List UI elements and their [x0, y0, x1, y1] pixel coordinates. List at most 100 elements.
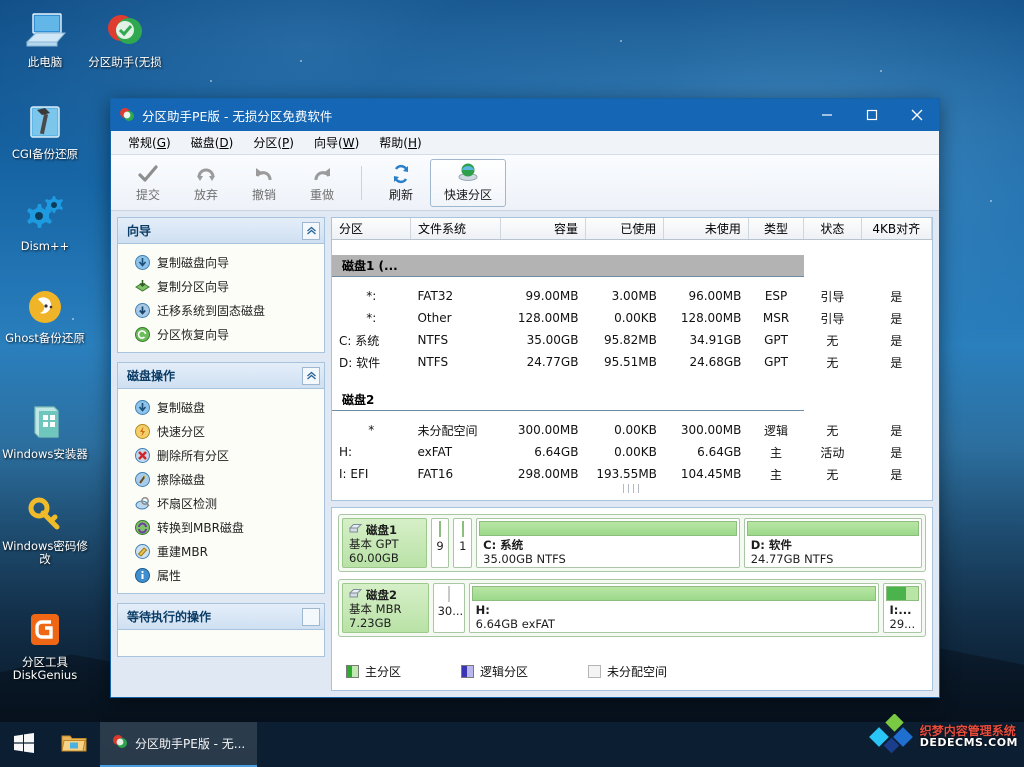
- partition-block-msr[interactable]: 1: [453, 518, 473, 568]
- column-header-used[interactable]: 已使用: [585, 218, 665, 240]
- undo-button[interactable]: 撤销: [235, 159, 293, 207]
- partition-block-c[interactable]: C: 系统 35.00GB NTFS: [476, 518, 740, 568]
- partition-usage-bar: [479, 521, 737, 536]
- taskbar-app-partition-assistant[interactable]: 分区助手PE版 - 无...: [100, 722, 258, 767]
- cell-status: 无: [826, 333, 839, 348]
- cell-filesystem: FAT32: [417, 289, 454, 303]
- sidebar-item-properties[interactable]: 属性: [118, 563, 324, 587]
- legend-item-primary: 主分区: [346, 663, 401, 680]
- cell-unused: 24.68GB: [689, 355, 742, 369]
- start-button[interactable]: [0, 722, 48, 767]
- chevron-up-icon[interactable]: [302, 607, 320, 626]
- pending-operations-header[interactable]: 等待执行的操作: [118, 604, 324, 630]
- partition-block-i[interactable]: I:... 29...: [882, 583, 922, 633]
- sidebar-item-label: 属性: [157, 568, 182, 583]
- sidebar-item-rebuild-mbr[interactable]: 重建MBR: [118, 539, 324, 563]
- redo-button[interactable]: 重做: [293, 159, 351, 207]
- cell-capacity: 24.77GB: [526, 355, 579, 369]
- disk-group-header-row[interactable]: 磁盘2: [332, 381, 932, 411]
- discard-icon: [195, 163, 217, 185]
- column-header-unused[interactable]: 未使用: [663, 218, 749, 240]
- desktop-icon-dism-plus[interactable]: Dism++: [2, 192, 88, 253]
- column-header-partition[interactable]: 分区: [332, 218, 411, 240]
- discard-button[interactable]: 放弃: [177, 159, 235, 207]
- menu-help[interactable]: 帮助(H): [370, 131, 430, 154]
- chevron-up-icon[interactable]: [302, 366, 320, 385]
- close-button[interactable]: [894, 99, 939, 131]
- disk-ops-panel-body: 复制磁盘 快速分区 删除所有分区 擦除磁盘 坏扇区检测 转换到MBR磁盘 重建M…: [118, 389, 324, 593]
- disk-ops-panel-header[interactable]: 磁盘操作: [118, 363, 324, 389]
- partition-block-esp[interactable]: 9: [430, 518, 450, 568]
- table-row[interactable]: C: 系统 NTFS 35.00GB 95.82MB 34.91GB GPT 无…: [332, 329, 932, 351]
- cell-type: GPT: [764, 355, 788, 369]
- legend-swatch-unallocated: [588, 664, 602, 678]
- menu-general[interactable]: 常规(G): [119, 131, 180, 154]
- partition-usage-bar: [461, 521, 464, 537]
- minimize-button[interactable]: [804, 99, 849, 131]
- redo-label: 重做: [309, 187, 334, 202]
- partition-block-h[interactable]: H: 6.64GB exFAT: [468, 583, 879, 633]
- sidebar: 向导 复制磁盘向导 复制分区向导 迁移系统到固态磁盘 分区恢复向导 磁盘操作 复…: [117, 217, 325, 691]
- table-row[interactable]: I: EFI FAT16 298.00MB 193.55MB 104.45MB …: [332, 463, 932, 485]
- sidebar-item-bad-sector-check[interactable]: 坏扇区检测: [118, 491, 324, 515]
- column-header-status[interactable]: 状态: [803, 218, 862, 240]
- sidebar-item-convert-to-mbr[interactable]: 转换到MBR磁盘: [118, 515, 324, 539]
- cell-used: 3.00MB: [611, 289, 657, 303]
- pending-operations-panel: 等待执行的操作: [117, 603, 325, 657]
- resize-grip[interactable]: ||||: [332, 485, 932, 494]
- desktop-icon-windows-installer[interactable]: Windows安装器: [2, 400, 88, 461]
- disk-icon: [348, 523, 363, 537]
- column-header-capacity[interactable]: 容量: [500, 218, 586, 240]
- desktop-icon-partition-assistant[interactable]: 分区助手(无损: [82, 8, 168, 69]
- sidebar-item-copy-disk[interactable]: 复制磁盘: [118, 395, 324, 419]
- cell-type: 逻辑: [764, 423, 789, 438]
- table-row[interactable]: D: 软件 NTFS 24.77GB 95.51MB 24.68GB GPT 无…: [332, 351, 932, 373]
- desktop-icon-cgi-backup[interactable]: CGI备份还原: [2, 100, 88, 161]
- sidebar-item-delete-all-partitions[interactable]: 删除所有分区: [118, 443, 324, 467]
- partition-usage-bar: [746, 521, 920, 536]
- table-row[interactable]: *: FAT32 99.00MB 3.00MB 96.00MB ESP 引导 是: [332, 285, 932, 307]
- partition-block-unallocated[interactable]: 30...: [432, 583, 465, 633]
- sidebar-item-recover-partition-wizard[interactable]: 分区恢复向导: [118, 322, 324, 346]
- desktop-icon-windows-password[interactable]: Windows密码修改: [2, 492, 88, 566]
- menu-partition[interactable]: 分区(P): [244, 131, 303, 154]
- column-header-type[interactable]: 类型: [748, 218, 805, 240]
- sidebar-item-wipe-disk[interactable]: 擦除磁盘: [118, 467, 324, 491]
- disk-map-row-disk2[interactable]: 磁盘2 基本 MBR 7.23GB 30... H: 6.64GB exFAT: [338, 579, 926, 637]
- column-header-filesystem[interactable]: 文件系统: [410, 218, 502, 240]
- cell-aligned: 是: [890, 467, 903, 482]
- disk-size: 7.23GB: [349, 616, 392, 630]
- partition-block-d[interactable]: D: 软件 24.77GB NTFS: [743, 518, 923, 568]
- menu-disk[interactable]: 磁盘(D): [182, 131, 243, 154]
- sidebar-item-label: 复制磁盘: [157, 400, 206, 415]
- chevron-up-icon[interactable]: [302, 221, 320, 240]
- file-explorer-button[interactable]: [48, 722, 100, 767]
- sidebar-item-label: 复制分区向导: [157, 279, 230, 294]
- pending-operations-title: 等待执行的操作: [127, 610, 212, 624]
- quick-partition-button[interactable]: 快速分区: [430, 158, 506, 207]
- refresh-button[interactable]: 刷新: [372, 159, 430, 207]
- commit-button[interactable]: 提交: [119, 159, 177, 207]
- cell-aligned: 是: [890, 445, 903, 460]
- table-row[interactable]: H: exFAT 6.64GB 0.00KB 6.64GB 主 活动 是: [332, 441, 932, 463]
- sidebar-item-copy-disk-wizard[interactable]: 复制磁盘向导: [118, 250, 324, 274]
- menu-wizard[interactable]: 向导(W): [305, 131, 368, 154]
- maximize-button[interactable]: [849, 99, 894, 131]
- sidebar-item-copy-partition-wizard[interactable]: 复制分区向导: [118, 274, 324, 298]
- sidebar-item-quick-partition[interactable]: 快速分区: [118, 419, 324, 443]
- wizard-panel-header[interactable]: 向导: [118, 218, 324, 244]
- sidebar-item-label: 迁移系统到固态磁盘: [157, 303, 266, 318]
- cell-used: 0.00KB: [614, 445, 657, 459]
- table-row[interactable]: *: Other 128.00MB 0.00KB 128.00MB MSR 引导…: [332, 307, 932, 329]
- sidebar-item-migrate-os[interactable]: 迁移系统到固态磁盘: [118, 298, 324, 322]
- desktop-icon-diskgenius[interactable]: 分区工具DiskGenius: [2, 608, 88, 682]
- desktop-icon-ghost-backup[interactable]: Ghost备份还原: [2, 284, 88, 345]
- cell-filesystem: NTFS: [417, 355, 449, 369]
- column-header-4kb-aligned[interactable]: 4KB对齐: [861, 218, 933, 240]
- disk-map-row-disk1[interactable]: 磁盘1 基本 GPT 60.00GB 9 1 C: 系统 35.00GB NTF…: [338, 514, 926, 572]
- disk-group-header-row[interactable]: 磁盘1 (...: [332, 247, 932, 277]
- table-row[interactable]: * 未分配空间 300.00MB 0.00KB 300.00MB 逻辑 无 是: [332, 419, 932, 441]
- app-icon: [112, 734, 128, 753]
- sidebar-item-label: 复制磁盘向导: [157, 255, 230, 270]
- desktop-icon-this-pc[interactable]: 此电脑: [2, 8, 88, 69]
